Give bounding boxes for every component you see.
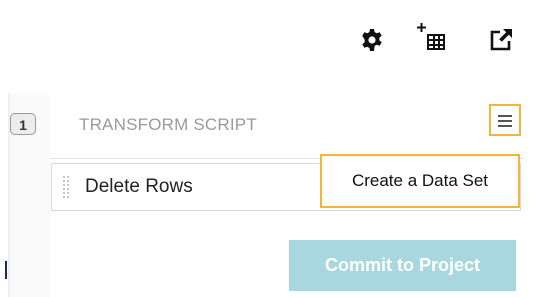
gear-icon[interactable] — [360, 28, 384, 52]
step-label: Delete Rows — [85, 176, 193, 197]
create-data-set-menu-item[interactable]: Create a Data Set — [320, 154, 520, 208]
section-title: TRANSFORM SCRIPT — [79, 115, 257, 134]
add-table-icon[interactable] — [417, 22, 447, 52]
commit-to-project-button[interactable]: Commit to Project — [289, 240, 516, 291]
edge-marker — [5, 261, 7, 279]
export-icon[interactable] — [489, 28, 513, 52]
page: 1 TRANSFORM SCRIPT Delete Rows Create a … — [0, 0, 537, 297]
hamburger-menu-icon[interactable] — [489, 104, 521, 136]
step-number-badge: 1 — [10, 113, 36, 135]
drag-handle-icon[interactable] — [63, 176, 71, 198]
